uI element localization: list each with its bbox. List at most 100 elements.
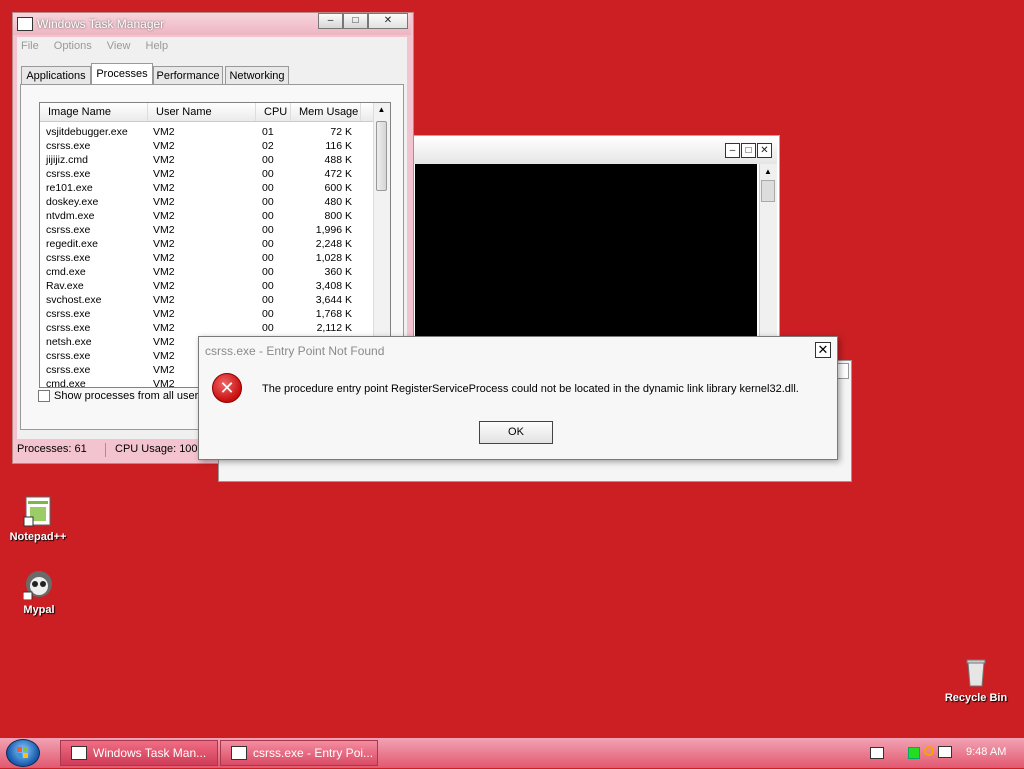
tab-processes[interactable]: Processes (91, 63, 153, 85)
table-row[interactable]: cmd.exe VM2 00 360 K (40, 265, 374, 279)
cell-image: cmd.exe (46, 378, 86, 388)
cell-cpu: 00 (262, 196, 274, 208)
minimize-button[interactable]: – (725, 143, 740, 158)
cell-cpu: 00 (262, 238, 274, 250)
window-title: Windows Task Manager (37, 17, 165, 31)
cell-mem: 1,768 K (315, 308, 352, 320)
tab-networking[interactable]: Networking (225, 66, 289, 84)
mypal-icon (22, 568, 55, 601)
dialog-close-button[interactable]: ✕ (815, 342, 831, 358)
error-dialog[interactable]: csrss.exe - Entry Point Not Found ✕ ✕ Th… (198, 336, 838, 460)
table-row[interactable]: csrss.exe VM2 02 116 K (40, 139, 374, 153)
cell-cpu: 00 (262, 252, 274, 264)
table-row[interactable]: vsjitdebugger.exe VM2 01 72 K (40, 125, 374, 139)
table-row[interactable]: csrss.exe VM2 00 472 K (40, 167, 374, 181)
table-row[interactable]: csrss.exe VM2 00 2,112 K (40, 321, 374, 335)
cell-cpu: 00 (262, 154, 274, 166)
table-row[interactable]: Rav.exe VM2 00 3,408 K (40, 279, 374, 293)
dialog-title: csrss.exe - Entry Point Not Found (205, 344, 385, 358)
desktop-icon-notepadpp[interactable]: Notepad++ (3, 495, 73, 543)
column-image-name[interactable]: Image Name (40, 103, 148, 121)
table-row[interactable]: csrss.exe VM2 00 1,996 K (40, 223, 374, 237)
cell-mem: 3,408 K (315, 280, 352, 292)
menu-options[interactable]: Options (54, 40, 92, 52)
cell-mem: 472 K (324, 168, 352, 180)
task-manager-icon (71, 746, 87, 760)
status-divider (105, 443, 106, 457)
cell-mem: 480 K (324, 196, 352, 208)
cell-cpu: 00 (262, 168, 274, 180)
cell-user: VM2 (153, 378, 175, 388)
clock[interactable]: 9:48 AM (966, 746, 1006, 758)
task-manager-titlebar[interactable]: Windows Task Manager – □ ✕ (13, 13, 411, 35)
cell-image: csrss.exe (46, 140, 91, 152)
cell-mem: 360 K (324, 266, 352, 278)
cell-mem: 488 K (324, 154, 352, 166)
cell-cpu: 00 (262, 294, 274, 306)
maximize-button[interactable]: □ (343, 13, 368, 29)
status-processes: Processes: 61 (17, 443, 87, 455)
task-manager-icon (17, 17, 33, 31)
menu-help[interactable]: Help (146, 40, 169, 52)
cell-mem: 116 K (325, 140, 352, 152)
taskbar-button-task-manager[interactable]: Windows Task Man... (60, 740, 218, 766)
show-all-users-checkbox[interactable] (38, 390, 50, 402)
tab-applications[interactable]: Applications (21, 66, 91, 84)
cell-mem: 1,028 K (315, 252, 352, 264)
network-icon[interactable] (938, 746, 952, 758)
window-icon (231, 746, 247, 760)
column-cpu[interactable]: CPU (256, 103, 291, 121)
cell-user: VM2 (153, 266, 175, 278)
cell-image: re101.exe (46, 182, 93, 194)
table-row[interactable]: re101.exe VM2 00 600 K (40, 181, 374, 195)
column-user-name[interactable]: User Name (148, 103, 256, 121)
background-window-scroll-icon (837, 363, 849, 379)
ok-button[interactable]: OK (479, 421, 553, 444)
scroll-thumb[interactable] (761, 180, 775, 202)
menu-view[interactable]: View (107, 40, 131, 52)
scroll-thumb[interactable] (376, 121, 387, 191)
cell-user: VM2 (153, 140, 175, 152)
cell-image: regedit.exe (46, 238, 98, 250)
start-button[interactable] (6, 739, 40, 767)
cell-user: VM2 (153, 336, 175, 348)
table-row[interactable]: doskey.exe VM2 00 480 K (40, 195, 374, 209)
status-green-icon[interactable] (908, 747, 920, 759)
cell-image: csrss.exe (46, 350, 91, 362)
search-icon[interactable] (924, 746, 934, 756)
menu-file[interactable]: File (21, 40, 39, 52)
status-cpu-usage: CPU Usage: 100% (115, 443, 208, 455)
table-row[interactable]: regedit.exe VM2 00 2,248 K (40, 237, 374, 251)
error-icon: ✕ (212, 373, 242, 403)
scroll-up-icon[interactable]: ▲ (761, 164, 775, 180)
cell-image: svchost.exe (46, 294, 102, 306)
taskbar-button-csrss[interactable]: csrss.exe - Entry Poi... (220, 740, 378, 766)
cell-image: doskey.exe (46, 196, 99, 208)
table-row[interactable]: ntvdm.exe VM2 00 800 K (40, 209, 374, 223)
cell-cpu: 00 (262, 210, 274, 222)
cell-user: VM2 (153, 252, 175, 264)
minimize-button[interactable]: – (318, 13, 343, 29)
maximize-button[interactable]: □ (741, 143, 756, 158)
scroll-up-icon[interactable]: ▲ (374, 105, 389, 114)
cell-cpu: 00 (262, 224, 274, 236)
close-button[interactable]: ✕ (757, 143, 772, 158)
column-mem-usage[interactable]: Mem Usage (291, 103, 361, 121)
taskbar-button-label: Windows Task Man... (93, 746, 207, 760)
close-button[interactable]: ✕ (368, 13, 408, 29)
console-titlebar[interactable]: – □ ✕ (399, 136, 777, 164)
notepadpp-icon (22, 495, 54, 527)
tab-performance[interactable]: Performance (153, 66, 223, 84)
cell-mem: 72 K (330, 126, 352, 138)
keyboard-icon[interactable] (870, 747, 884, 759)
table-row[interactable]: svchost.exe VM2 00 3,644 K (40, 293, 374, 307)
cell-user: VM2 (153, 350, 175, 362)
desktop-icon-mypal[interactable]: Mypal (4, 568, 74, 616)
table-row[interactable]: jijijiz.cmd VM2 00 488 K (40, 153, 374, 167)
cell-user: VM2 (153, 168, 175, 180)
cell-image: jijijiz.cmd (46, 154, 88, 166)
table-row[interactable]: csrss.exe VM2 00 1,768 K (40, 307, 374, 321)
table-row[interactable]: csrss.exe VM2 00 1,028 K (40, 251, 374, 265)
desktop-icon-recycle-bin[interactable]: Recycle Bin (941, 656, 1011, 704)
cell-image: csrss.exe (46, 308, 91, 320)
